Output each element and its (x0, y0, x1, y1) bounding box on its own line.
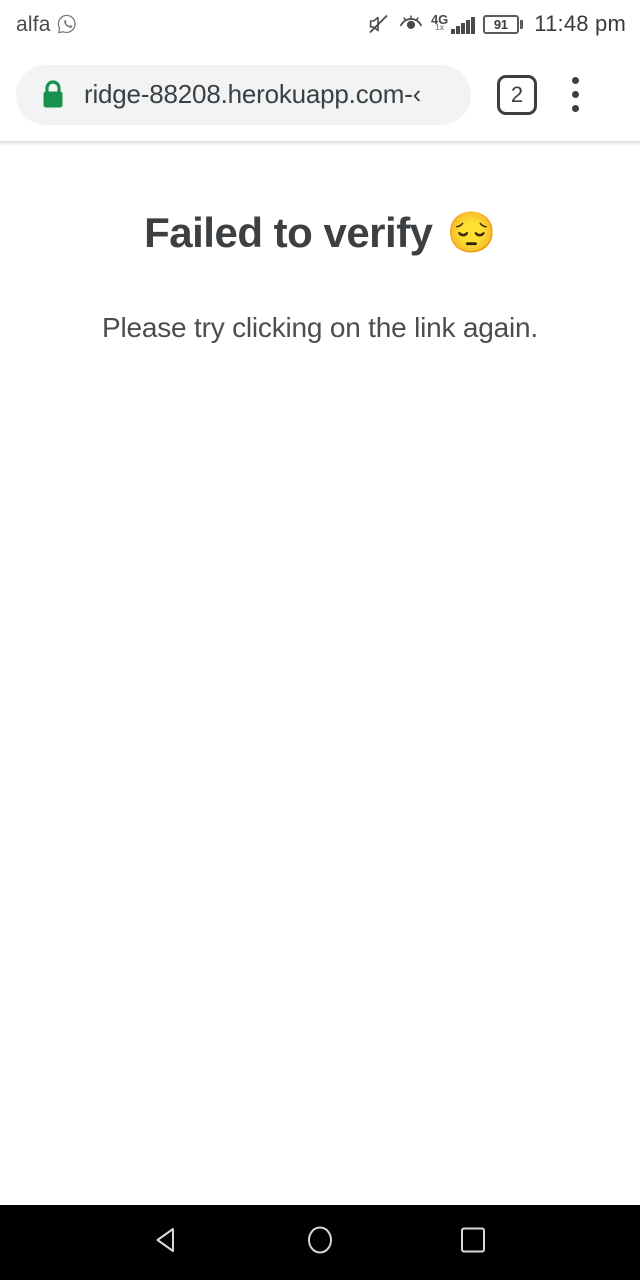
page-title: Failed to verify 😔 (0, 209, 640, 257)
overflow-menu-icon[interactable] (551, 67, 599, 123)
volume-mute-icon (367, 12, 391, 36)
lock-icon[interactable] (38, 78, 68, 112)
home-button[interactable] (285, 1205, 355, 1280)
back-button[interactable] (132, 1205, 202, 1280)
tab-counter-button[interactable]: 2 (497, 74, 537, 115)
battery-shell: 91 (482, 14, 519, 34)
page-content: Failed to verify 😔 Please try clicking o… (0, 141, 640, 1205)
url-text[interactable]: ›-ridge-88208.herokuapp.com (84, 79, 421, 110)
carrier-label: alfa (16, 12, 51, 36)
recents-square-icon (458, 1225, 488, 1260)
pensive-face-icon: 😔 (446, 211, 497, 256)
eye-icon (399, 14, 423, 34)
network-sub-value: 1x (435, 23, 445, 33)
recents-button[interactable] (438, 1205, 508, 1280)
back-triangle-icon (152, 1225, 182, 1260)
battery-level-label: 91 (493, 16, 508, 32)
browser-toolbar: ›-ridge-88208.herokuapp.com 2 (0, 48, 640, 146)
clock-label: 11:48 pm (534, 11, 626, 36)
status-bar: alfa 4G 1x 91 11:48 pm (0, 0, 640, 48)
page-title-text: Failed to verify (144, 209, 433, 256)
signal-strength-bars (451, 16, 475, 34)
android-nav-bar (0, 1205, 640, 1280)
status-bar-right: 4G 1x 91 11:48 pm (367, 12, 626, 36)
home-circle-icon (305, 1224, 335, 1261)
tab-count-label: 2 (510, 81, 524, 107)
network-type-label: 4G 1x (431, 13, 448, 33)
url-bar[interactable]: ›-ridge-88208.herokuapp.com (16, 64, 471, 125)
whatsapp-icon (56, 13, 78, 35)
battery-icon: 91 (482, 14, 524, 34)
status-bar-left: alfa (16, 13, 78, 35)
phone-screen: alfa 4G 1x 91 11:48 pm ›-ridge-88208.her… (0, 0, 640, 1280)
page-subtitle: Please try clicking on the link again. (102, 312, 538, 344)
battery-tip (520, 19, 524, 29)
signal-bars-icon: 4G 1x (431, 13, 475, 34)
